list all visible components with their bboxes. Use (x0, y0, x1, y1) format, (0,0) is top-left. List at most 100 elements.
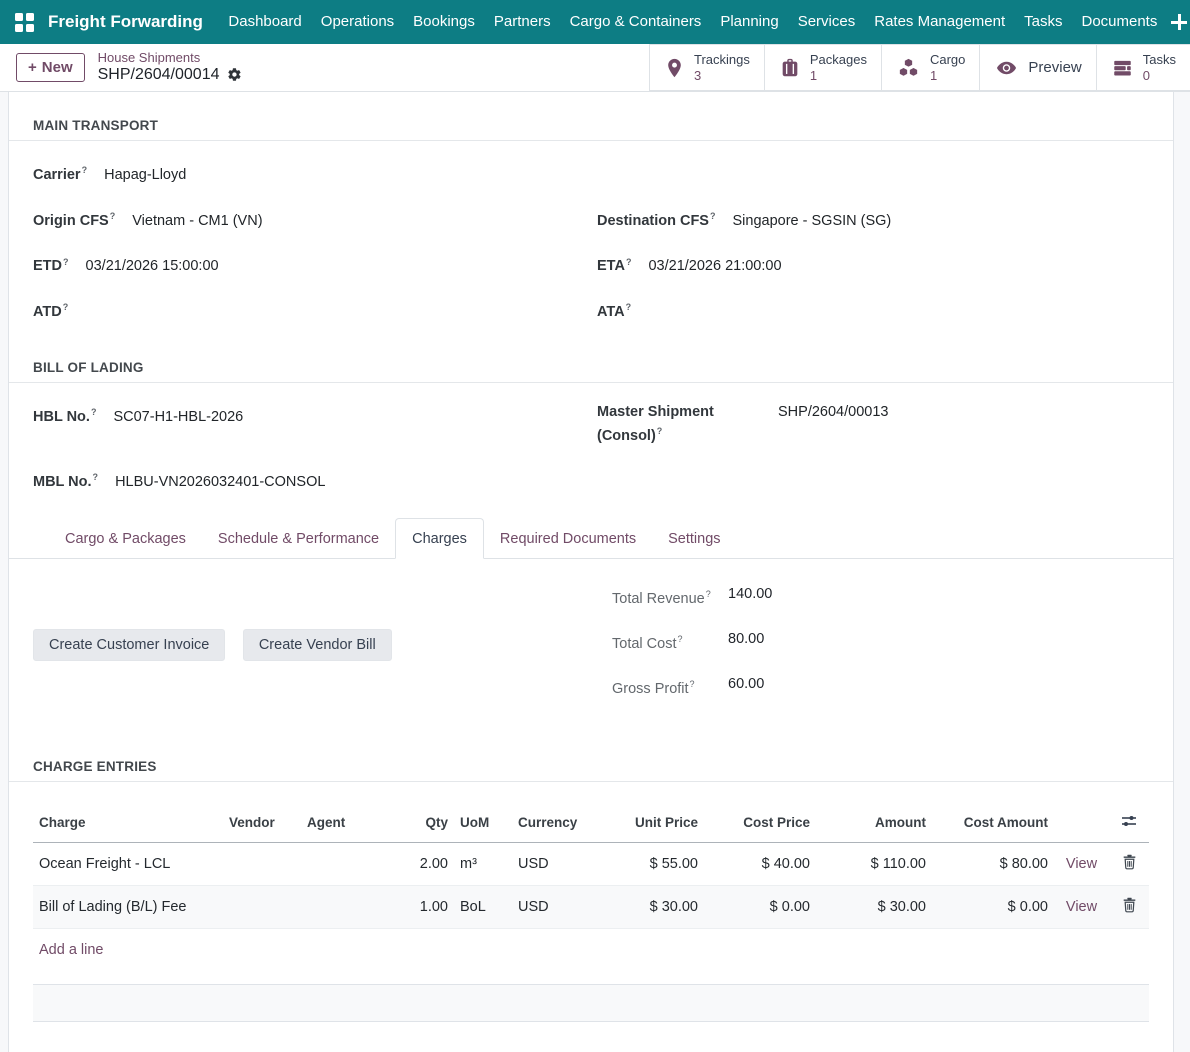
gross-profit-row: Gross Profit? 60.00 (612, 675, 1149, 698)
field-etd: ETD? 03/21/2026 15:00:00 (33, 253, 597, 277)
stat-label: Tasks (1143, 52, 1176, 68)
cell-charge[interactable]: Ocean Freight - LCL (33, 843, 223, 886)
map-pin-icon (664, 56, 685, 80)
col-header-cost-price[interactable]: Cost Price (704, 802, 816, 843)
help-marker: ? (710, 211, 716, 221)
stat-button-tasks[interactable]: Tasks 0 (1097, 45, 1190, 90)
cell-cost-price[interactable]: $ 40.00 (704, 843, 816, 886)
stat-button-packages[interactable]: Packages 1 (765, 45, 882, 90)
tab-charges[interactable]: Charges (395, 518, 484, 559)
create-vendor-bill-button[interactable]: Create Vendor Bill (243, 629, 392, 661)
help-marker: ? (82, 165, 88, 175)
cell-charge[interactable]: Bill of Lading (B/L) Fee (33, 886, 223, 929)
nav-item-documents[interactable]: Documents (1072, 0, 1167, 44)
new-button[interactable]: +New (16, 53, 85, 82)
tab-settings[interactable]: Settings (652, 519, 736, 558)
field-ata: ATA? (597, 298, 1149, 322)
eye-icon (994, 57, 1019, 79)
field-destination-cfs: Destination CFS? Singapore - SGSIN (SG) (597, 207, 1149, 231)
total-cost-row: Total Cost? 80.00 (612, 630, 1149, 653)
stat-count: 0 (1143, 68, 1176, 84)
breadcrumb-parent-link[interactable]: House Shipments (98, 51, 243, 66)
nav-item-services[interactable]: Services (788, 0, 865, 44)
col-header-vendor[interactable]: Vendor (223, 802, 301, 843)
cell-unit-price[interactable]: $ 30.00 (604, 886, 704, 929)
field-origin-cfs: Origin CFS? Vietnam - CM1 (VN) (33, 207, 597, 231)
cell-vendor[interactable] (223, 843, 301, 886)
section-title-main-transport: MAIN TRANSPORT (9, 118, 1173, 141)
gear-icon[interactable] (227, 67, 242, 82)
nav-item-planning[interactable]: Planning (711, 0, 788, 44)
charges-tab-panel: Create Customer Invoice Create Vendor Bi… (33, 559, 1149, 719)
view-link[interactable]: View (1066, 899, 1097, 915)
optional-columns-icon[interactable] (1121, 813, 1137, 832)
tab-schedule-performance[interactable]: Schedule & Performance (202, 519, 395, 558)
destination-cfs-value[interactable]: Singapore - SGSIN (SG) (733, 213, 892, 229)
nav-item-cargo-containers[interactable]: Cargo & Containers (560, 0, 711, 44)
cell-qty[interactable]: 1.00 (399, 886, 454, 929)
charge-row-ocean-freight: Ocean Freight - LCL 2.00 m³ USD $ 55.00 … (33, 843, 1149, 886)
cell-amount[interactable]: $ 110.00 (816, 843, 932, 886)
cell-currency[interactable]: USD (512, 886, 604, 929)
trash-icon[interactable] (1122, 854, 1137, 873)
record-name: SHP/2604/00014 (98, 66, 243, 84)
tab-cargo-packages[interactable]: Cargo & Packages (49, 519, 202, 558)
col-header-uom[interactable]: UoM (454, 802, 512, 843)
cell-cost-price[interactable]: $ 0.00 (704, 886, 816, 929)
nav-item-dashboard[interactable]: Dashboard (219, 0, 311, 44)
app-brand[interactable]: Freight Forwarding (48, 12, 203, 32)
col-header-amount[interactable]: Amount (816, 802, 932, 843)
stat-count: 1 (930, 68, 965, 84)
nav-item-tasks[interactable]: Tasks (1015, 0, 1072, 44)
field-master-shipment: Master Shipment (Consol)? SHP/2604/00013 (597, 403, 1149, 446)
stat-label: Packages (810, 52, 867, 68)
hbl-no-value[interactable]: SC07-H1-HBL-2026 (113, 409, 243, 425)
col-header-unit-price[interactable]: Unit Price (604, 802, 704, 843)
control-panel: +New House Shipments SHP/2604/00014 Trac… (0, 44, 1190, 92)
cell-currency[interactable]: USD (512, 843, 604, 886)
help-marker: ? (626, 257, 632, 267)
cell-qty[interactable]: 2.00 (399, 843, 454, 886)
cell-vendor[interactable] (223, 886, 301, 929)
apps-grid-icon[interactable] (15, 13, 34, 32)
nav-item-operations[interactable]: Operations (311, 0, 403, 44)
eta-value[interactable]: 03/21/2026 21:00:00 (648, 258, 781, 274)
nav-item-bookings[interactable]: Bookings (404, 0, 485, 44)
col-header-currency[interactable]: Currency (512, 802, 604, 843)
col-header-qty[interactable]: Qty (399, 802, 454, 843)
stat-button-preview[interactable]: Preview (980, 45, 1096, 90)
cell-cost-amount[interactable]: $ 80.00 (932, 843, 1054, 886)
stat-button-trackings[interactable]: Trackings 3 (650, 45, 765, 90)
col-header-cost-amount[interactable]: Cost Amount (932, 802, 1054, 843)
cell-unit-price[interactable]: $ 55.00 (604, 843, 704, 886)
cell-amount[interactable]: $ 30.00 (816, 886, 932, 929)
stat-button-cargo[interactable]: Cargo 1 (882, 45, 980, 90)
origin-cfs-value[interactable]: Vietnam - CM1 (VN) (132, 213, 262, 229)
cell-uom[interactable]: m³ (454, 843, 512, 886)
mbl-no-value[interactable]: HLBU-VN2026032401-CONSOL (115, 474, 325, 490)
nav-item-rates-management[interactable]: Rates Management (865, 0, 1015, 44)
col-header-charge[interactable]: Charge (33, 802, 223, 843)
field-mbl-no: MBL No.? HLBU-VN2026032401-CONSOL (33, 468, 597, 492)
plus-icon[interactable] (1170, 13, 1188, 31)
help-marker: ? (677, 634, 682, 644)
breadcrumb: House Shipments SHP/2604/00014 (98, 51, 243, 84)
top-navbar: Freight Forwarding Dashboard Operations … (0, 0, 1190, 44)
tab-required-documents[interactable]: Required Documents (484, 519, 652, 558)
task-bars-icon (1111, 57, 1134, 79)
stat-label: Trackings (694, 52, 750, 68)
help-marker: ? (690, 679, 695, 689)
cell-uom[interactable]: BoL (454, 886, 512, 929)
col-header-agent[interactable]: Agent (301, 802, 399, 843)
trash-icon[interactable] (1122, 897, 1137, 916)
cell-agent[interactable] (301, 843, 399, 886)
carrier-value[interactable]: Hapag-Lloyd (104, 167, 186, 183)
cell-cost-amount[interactable]: $ 0.00 (932, 886, 1054, 929)
cell-agent[interactable] (301, 886, 399, 929)
view-link[interactable]: View (1066, 856, 1097, 872)
nav-item-partners[interactable]: Partners (484, 0, 560, 44)
create-customer-invoice-button[interactable]: Create Customer Invoice (33, 629, 225, 661)
add-a-line-link[interactable]: Add a line (33, 929, 1149, 971)
etd-value[interactable]: 03/21/2026 15:00:00 (86, 258, 219, 274)
master-shipment-value[interactable]: SHP/2604/00013 (778, 403, 888, 422)
